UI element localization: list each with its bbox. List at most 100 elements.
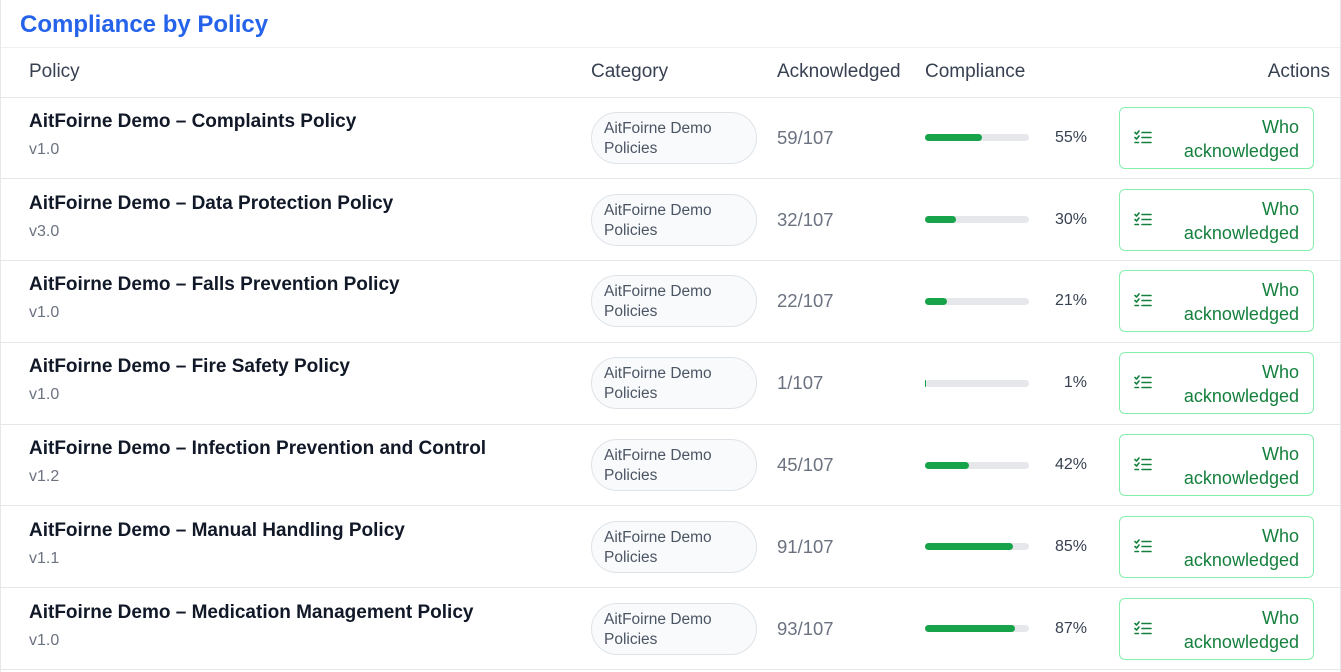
compliance-cell: 1%: [925, 342, 1087, 424]
policy-name[interactable]: AitFoirne Demo – Complaints Policy: [29, 111, 591, 133]
category-badge: AitFoirne Demo Policies: [591, 602, 757, 655]
compliance-progress-track: [925, 461, 1029, 469]
policy-version: v1.2: [29, 468, 60, 486]
policy-cell: AitFoirne Demo – Falls Prevention Policy…: [1, 261, 591, 343]
who-acknowledged-button[interactable]: Who acknowledged: [1119, 597, 1314, 660]
card-header: Compliance by Policy: [1, 0, 1340, 48]
compliance-indicator: 1%: [925, 374, 1087, 392]
acknowledged-count: 1/107: [777, 372, 824, 394]
acknowledged-cell: 93/107: [777, 588, 925, 670]
compliance-progress-track: [925, 543, 1029, 551]
checklist-icon: [1134, 620, 1152, 634]
policy-cell: AitFoirne Demo – Data Protection Policy …: [1, 179, 591, 261]
column-header-policy[interactable]: Policy: [1, 48, 591, 98]
compliance-percentage: 21%: [1054, 292, 1087, 310]
compliance-progress-track: [925, 297, 1029, 305]
who-acknowledged-label: Who acknowledged: [1183, 444, 1299, 489]
acknowledged-cell: 91/107: [777, 506, 925, 588]
actions-cell: Who acknowledged: [1087, 506, 1341, 588]
column-header-actions: Actions: [1087, 48, 1341, 98]
acknowledged-count: 59/107: [777, 126, 834, 148]
policy-name[interactable]: AitFoirne Demo – Fire Safety Policy: [29, 356, 591, 378]
compliance-indicator: 30%: [925, 211, 1087, 229]
compliance-percentage: 85%: [1054, 537, 1087, 555]
checklist-icon: [1134, 293, 1152, 307]
policy-name[interactable]: AitFoirne Demo – Manual Handling Policy: [29, 520, 591, 542]
compliance-progress-fill: [925, 379, 927, 387]
checklist-icon: [1134, 375, 1152, 389]
column-header-category[interactable]: Category: [591, 48, 777, 98]
checklist-icon: [1134, 211, 1152, 225]
policy-name[interactable]: AitFoirne Demo – Falls Prevention Policy: [29, 274, 591, 296]
acknowledged-cell: 59/107: [777, 97, 925, 179]
compliance-cell: 85%: [925, 506, 1087, 588]
column-header-acknowledged[interactable]: Acknowledged: [777, 48, 925, 98]
compliance-indicator: 21%: [925, 292, 1087, 310]
actions-cell: Who acknowledged: [1087, 261, 1341, 343]
category-badge: AitFoirne Demo Policies: [591, 439, 757, 492]
compliance-indicator: 42%: [925, 456, 1087, 474]
who-acknowledged-button[interactable]: Who acknowledged: [1119, 106, 1314, 169]
who-acknowledged-label: Who acknowledged: [1183, 607, 1299, 652]
acknowledged-cell: 32/107: [777, 179, 925, 261]
acknowledged-cell: 22/107: [777, 261, 925, 343]
policy-cell: AitFoirne Demo – Medication Management P…: [1, 588, 591, 670]
actions-cell: Who acknowledged: [1087, 97, 1341, 179]
compliance-indicator: 55%: [925, 129, 1087, 147]
compliance-percentage: 1%: [1063, 374, 1087, 392]
table-header-row: Policy Category Acknowledged Compliance …: [1, 48, 1341, 98]
actions-cell: Who acknowledged: [1087, 342, 1341, 424]
table-row: AitFoirne Demo – Falls Prevention Policy…: [1, 261, 1341, 343]
policy-version: v1.1: [29, 549, 60, 567]
compliance-progress-track: [925, 625, 1029, 633]
policy-name[interactable]: AitFoirne Demo – Medication Management P…: [29, 602, 591, 624]
actions-cell: Who acknowledged: [1087, 588, 1341, 670]
table-body: AitFoirne Demo – Complaints Policy v1.0 …: [1, 97, 1341, 670]
policy-compliance-table: Policy Category Acknowledged Compliance …: [1, 48, 1341, 670]
category-badge: AitFoirne Demo Policies: [591, 357, 757, 410]
category-badge: AitFoirne Demo Policies: [591, 111, 757, 164]
actions-cell: Who acknowledged: [1087, 424, 1341, 506]
policy-version: v1.0: [29, 140, 60, 158]
table-row: AitFoirne Demo – Medication Management P…: [1, 588, 1341, 670]
category-badge: AitFoirne Demo Policies: [591, 520, 757, 573]
policy-name[interactable]: AitFoirne Demo – Data Protection Policy: [29, 193, 591, 215]
who-acknowledged-button[interactable]: Who acknowledged: [1119, 188, 1314, 251]
who-acknowledged-button[interactable]: Who acknowledged: [1119, 352, 1314, 415]
who-acknowledged-button[interactable]: Who acknowledged: [1119, 434, 1314, 497]
compliance-progress-fill: [925, 134, 983, 142]
compliance-cell: 55%: [925, 97, 1087, 179]
card-title: Compliance by Policy: [20, 11, 269, 38]
compliance-card: Compliance by Policy Policy Category Ack…: [0, 0, 1341, 672]
who-acknowledged-button[interactable]: Who acknowledged: [1119, 270, 1314, 333]
acknowledged-cell: 45/107: [777, 424, 925, 506]
compliance-cell: 42%: [925, 424, 1087, 506]
policy-version: v1.0: [29, 304, 60, 322]
who-acknowledged-button[interactable]: Who acknowledged: [1119, 515, 1314, 578]
actions-cell: Who acknowledged: [1087, 179, 1341, 261]
table-row: AitFoirne Demo – Data Protection Policy …: [1, 179, 1341, 261]
compliance-progress-fill: [925, 543, 1014, 551]
table-row: AitFoirne Demo – Manual Handling Policy …: [1, 506, 1341, 588]
acknowledged-count: 91/107: [777, 535, 834, 557]
compliance-percentage: 55%: [1054, 128, 1087, 146]
checklist-icon: [1134, 539, 1152, 553]
policy-cell: AitFoirne Demo – Complaints Policy v1.0: [1, 97, 591, 179]
acknowledged-count: 45/107: [777, 454, 834, 476]
policy-version: v1.0: [29, 631, 60, 649]
policy-version: v3.0: [29, 222, 60, 240]
policy-cell: AitFoirne Demo – Manual Handling Policy …: [1, 506, 591, 588]
compliance-progress-fill: [925, 297, 947, 305]
compliance-progress-fill: [925, 461, 969, 469]
table-row: AitFoirne Demo – Complaints Policy v1.0 …: [1, 97, 1341, 179]
policy-cell: AitFoirne Demo – Infection Prevention an…: [1, 424, 591, 506]
column-header-compliance[interactable]: Compliance: [925, 48, 1087, 98]
compliance-cell: 30%: [925, 179, 1087, 261]
category-cell: AitFoirne Demo Policies: [591, 342, 777, 424]
policy-name[interactable]: AitFoirne Demo – Infection Prevention an…: [29, 438, 591, 460]
compliance-percentage: 30%: [1054, 210, 1087, 228]
compliance-indicator: 85%: [925, 538, 1087, 556]
compliance-progress-track: [925, 134, 1029, 142]
policy-cell: AitFoirne Demo – Fire Safety Policy v1.0: [1, 342, 591, 424]
acknowledged-count: 93/107: [777, 617, 834, 639]
